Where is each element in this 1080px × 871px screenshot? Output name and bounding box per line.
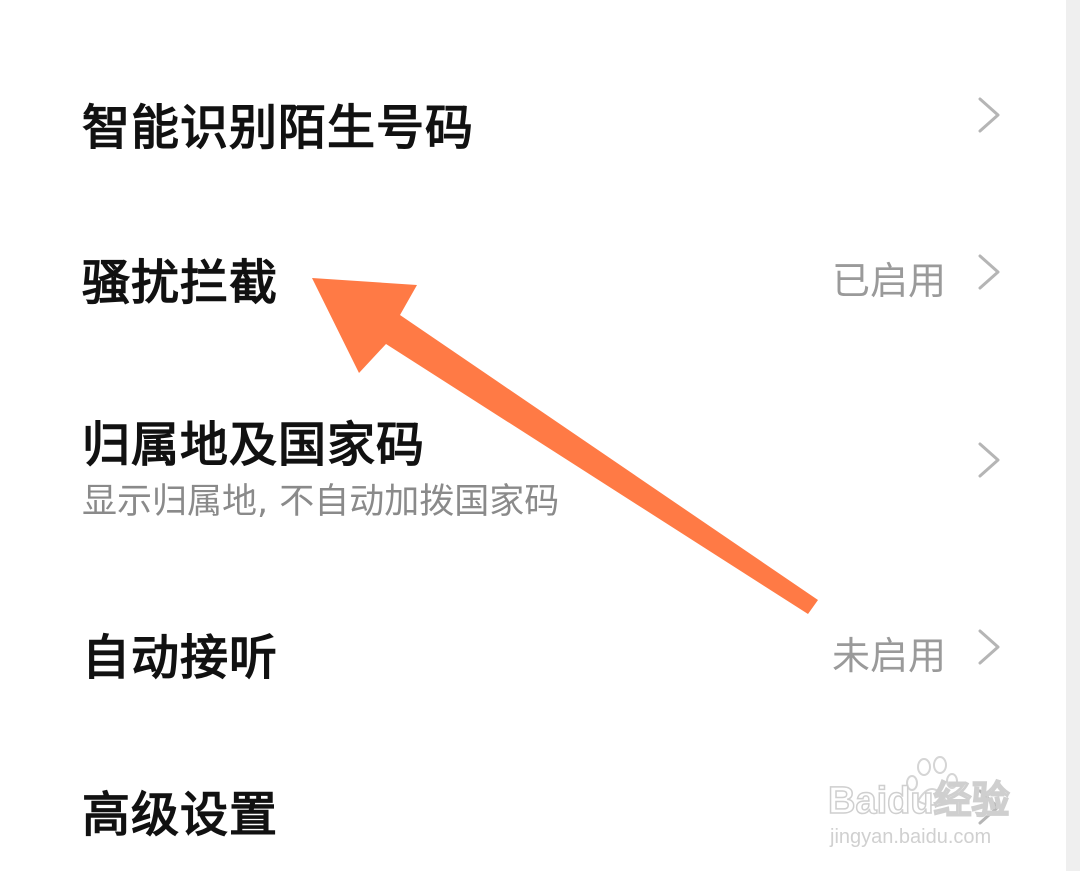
setting-item-title: 自动接听 <box>82 630 279 686</box>
setting-item-title: 智能识别陌生号码 <box>82 100 475 156</box>
setting-item-title: 高级设置 <box>82 787 279 843</box>
setting-item-title: 骚扰拦截 <box>82 255 279 311</box>
status-label: 已启用 <box>831 259 946 303</box>
chevron-right-icon <box>978 789 1000 825</box>
setting-item-location-country-code[interactable]: 归属地及国家码 显示归属地, 不自动加拨国家码 <box>0 385 1060 535</box>
chevron-right-icon <box>978 97 1000 133</box>
setting-item-title: 归属地及国家码 <box>82 417 426 473</box>
chevron-right-icon <box>978 442 1000 478</box>
setting-item-smart-identify[interactable]: 智能识别陌生号码 <box>0 60 1060 180</box>
setting-item-subtitle: 显示归属地, 不自动加拨国家码 <box>82 482 560 522</box>
status-label: 未启用 <box>831 634 946 678</box>
setting-item-harassment-block[interactable]: 骚扰拦截 已启用 <box>0 215 1060 335</box>
scroll-edge <box>1066 0 1080 871</box>
setting-item-advanced[interactable]: 高级设置 <box>0 745 1060 865</box>
setting-item-auto-answer[interactable]: 自动接听 未启用 <box>0 590 1060 710</box>
chevron-right-icon <box>978 254 1000 290</box>
chevron-right-icon <box>978 629 1000 665</box>
